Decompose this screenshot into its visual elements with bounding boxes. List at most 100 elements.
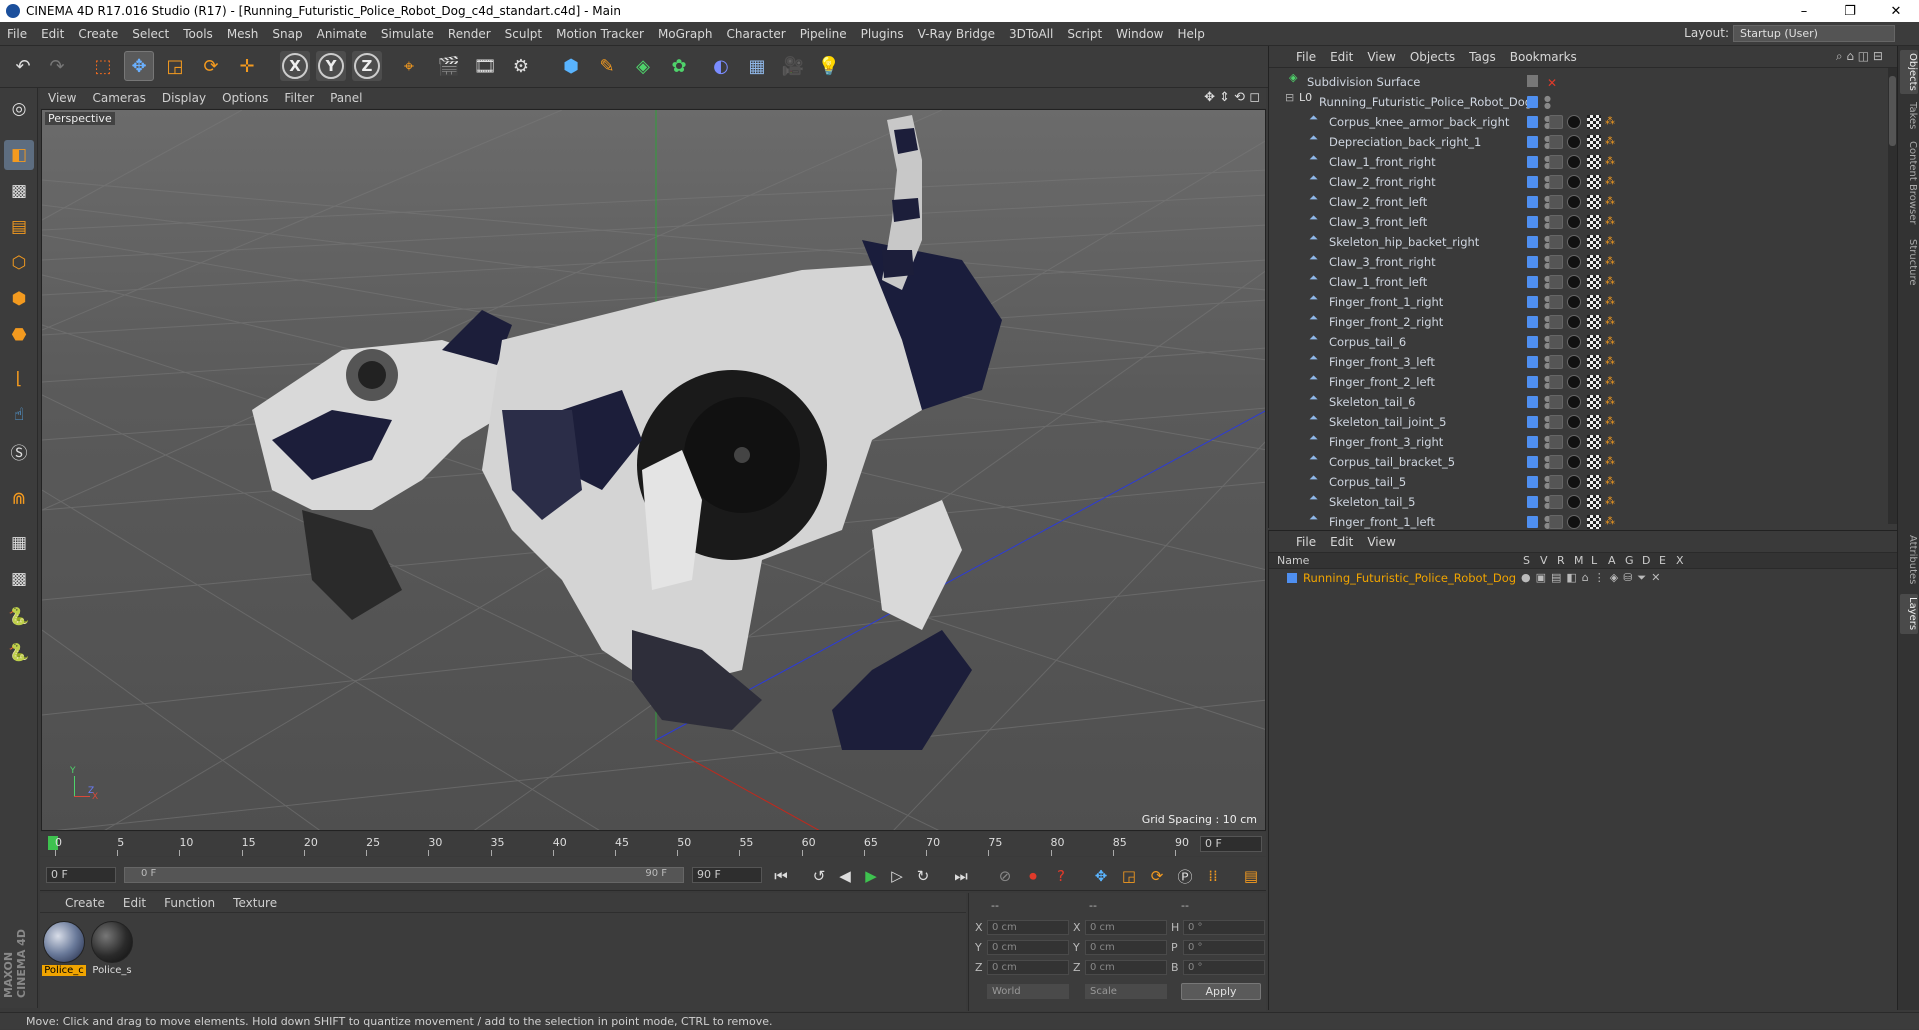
- tab-content-browser[interactable]: Content Browser: [1900, 138, 1918, 228]
- position-z-field[interactable]: 0 cm: [987, 960, 1069, 975]
- object-row[interactable]: ⏶ Skeleton_tail_5 ● ● ⁂: [1269, 492, 1881, 512]
- phong-tag-icon[interactable]: [1549, 415, 1563, 429]
- render-to-picture-viewer-icon[interactable]: 🎞: [470, 51, 500, 81]
- texture-tag-icon[interactable]: [1587, 495, 1601, 509]
- object-row[interactable]: ⏶ Claw_3_front_left ● ● ⁂: [1269, 212, 1881, 232]
- material-tag-icon[interactable]: [1567, 295, 1581, 309]
- viewport-menu-view[interactable]: View: [40, 91, 84, 105]
- uvw-tag-icon[interactable]: ⁂: [1605, 357, 1616, 368]
- texture-tag-icon[interactable]: [1587, 435, 1601, 449]
- timeline-window-icon[interactable]: ▤: [1240, 865, 1262, 887]
- python-icon[interactable]: 🐍: [4, 602, 34, 632]
- material-tag-icon[interactable]: [1567, 215, 1581, 229]
- menu-script[interactable]: Script: [1060, 27, 1109, 41]
- om-menu-edit[interactable]: Edit: [1323, 50, 1360, 64]
- tab-layers[interactable]: Layers: [1900, 594, 1918, 634]
- layer-color-swatch[interactable]: [1527, 396, 1538, 408]
- uvw-tag-icon[interactable]: ⁂: [1605, 177, 1616, 188]
- phong-tag-icon[interactable]: [1549, 395, 1563, 409]
- texture-tag-icon[interactable]: [1587, 395, 1601, 409]
- om-menu-tags[interactable]: Tags: [1462, 50, 1503, 64]
- model-mode-icon[interactable]: ◧: [4, 140, 34, 170]
- menu-vray-bridge[interactable]: V-Ray Bridge: [911, 27, 1002, 41]
- visibility-dots-icon[interactable]: ● ●: [1544, 135, 1551, 150]
- start-frame-field[interactable]: 0 F: [46, 867, 116, 883]
- texture-tag-icon[interactable]: [1587, 375, 1601, 389]
- visibility-dots-icon[interactable]: ● ●: [1544, 455, 1551, 470]
- material-tag-icon[interactable]: [1567, 475, 1581, 489]
- layer-color-swatch[interactable]: [1527, 516, 1538, 528]
- layer-color-swatch[interactable]: [1527, 356, 1538, 368]
- close-button[interactable]: ✕: [1873, 0, 1919, 22]
- key-position-icon[interactable]: ✥: [1090, 865, 1112, 887]
- om-search-home-icons[interactable]: ⌕ ⌂ ◫ ⊟: [1836, 49, 1883, 64]
- material-tag-icon[interactable]: [1567, 375, 1581, 389]
- visibility-dots-icon[interactable]: ● ●: [1544, 95, 1551, 110]
- uvw-tag-icon[interactable]: ⁂: [1605, 397, 1616, 408]
- object-row[interactable]: ⏶ Skeleton_hip_backet_right ● ● ⁂: [1269, 232, 1881, 252]
- layer-color-swatch[interactable]: [1527, 376, 1538, 388]
- size-x-field[interactable]: 0 cm: [1085, 920, 1167, 935]
- viewport-menu-options[interactable]: Options: [214, 91, 276, 105]
- texture-tag-icon[interactable]: [1587, 215, 1601, 229]
- layer-color-swatch[interactable]: [1527, 496, 1538, 508]
- uvw-tag-icon[interactable]: ⁂: [1605, 377, 1616, 388]
- phong-tag-icon[interactable]: [1549, 175, 1563, 189]
- tab-takes[interactable]: Takes: [1900, 100, 1918, 132]
- layer-color-swatch[interactable]: [1527, 476, 1538, 488]
- make-editable-icon[interactable]: ◎: [4, 94, 34, 124]
- layer-color-swatch[interactable]: [1527, 196, 1538, 208]
- material-menu-create[interactable]: Create: [56, 896, 114, 910]
- object-row[interactable]: ⏶ Finger_front_2_right ● ● ⁂: [1269, 312, 1881, 332]
- om-menu-view[interactable]: View: [1360, 50, 1402, 64]
- end-frame-field[interactable]: 90 F: [692, 867, 762, 883]
- transform-tool-icon[interactable]: ✛: [232, 51, 262, 81]
- texture-tag-icon[interactable]: [1587, 295, 1601, 309]
- uvw-tag-icon[interactable]: ⁂: [1605, 317, 1616, 328]
- 3d-viewport[interactable]: Perspective Grid Spacing : 10 cm Y Z X: [41, 109, 1266, 831]
- object-row[interactable]: ⏶ Finger_front_3_left ● ● ⁂: [1269, 352, 1881, 372]
- phong-tag-icon[interactable]: [1549, 135, 1563, 149]
- texture-mode-icon[interactable]: ▩: [4, 176, 34, 206]
- material-tag-icon[interactable]: [1567, 275, 1581, 289]
- phong-tag-icon[interactable]: [1549, 515, 1563, 529]
- visibility-dots-icon[interactable]: ● ●: [1544, 475, 1551, 490]
- lm-menu-edit[interactable]: Edit: [1323, 535, 1360, 549]
- layer-toggle-icons[interactable]: ●▣▤◧⌂⋮◈⛁⏷✕: [1521, 569, 1665, 587]
- uvw-tag-icon[interactable]: ⁂: [1605, 237, 1616, 248]
- texture-tag-icon[interactable]: [1587, 115, 1601, 129]
- current-frame-field[interactable]: 0 F: [1200, 836, 1262, 852]
- material-tag-icon[interactable]: [1567, 335, 1581, 349]
- material-tag-icon[interactable]: [1567, 435, 1581, 449]
- go-to-start-icon[interactable]: ⏮: [770, 865, 792, 887]
- material-tag-icon[interactable]: [1567, 415, 1581, 429]
- live-selection-icon[interactable]: ⬚: [88, 51, 118, 81]
- layer-row[interactable]: Running_Futuristic_Police_Robot_Dog ●▣▤◧…: [1269, 569, 1898, 587]
- autokey-icon[interactable]: ?: [1050, 865, 1072, 887]
- visibility-dots-icon[interactable]: ● ●: [1544, 215, 1551, 230]
- viewport-menu-panel[interactable]: Panel: [322, 91, 370, 105]
- phong-tag-icon[interactable]: [1549, 155, 1563, 169]
- visibility-dots-icon[interactable]: ● ●: [1544, 395, 1551, 410]
- phong-tag-icon[interactable]: [1549, 275, 1563, 289]
- uvw-tag-icon[interactable]: ⁂: [1605, 417, 1616, 428]
- layer-color-swatch[interactable]: [1527, 236, 1538, 248]
- phong-tag-icon[interactable]: [1549, 215, 1563, 229]
- visibility-dots-icon[interactable]: ● ●: [1544, 115, 1551, 130]
- menu-file[interactable]: File: [0, 27, 34, 41]
- menu-animate[interactable]: Animate: [310, 27, 374, 41]
- phong-tag-icon[interactable]: [1549, 455, 1563, 469]
- object-row[interactable]: ⏶ Corpus_knee_armor_back_right ● ● ⁂: [1269, 112, 1881, 132]
- texture-tag-icon[interactable]: [1587, 335, 1601, 349]
- texture-tag-icon[interactable]: [1587, 315, 1601, 329]
- scale-tool-icon[interactable]: ◲: [160, 51, 190, 81]
- timeline-ruler[interactable]: 0 5 10 15 20 25 30 35 40 45 50 55 60 65 70 75 80 85 90 0 F: [40, 832, 1266, 856]
- layer-swatch[interactable]: [1527, 75, 1538, 87]
- layer-color-swatch[interactable]: [1527, 436, 1538, 448]
- layer-color-swatch[interactable]: [1527, 416, 1538, 428]
- uvw-tag-icon[interactable]: ⁂: [1605, 157, 1616, 168]
- object-row[interactable]: ⏶ Skeleton_tail_6 ● ● ⁂: [1269, 392, 1881, 412]
- menu-motion-tracker[interactable]: Motion Tracker: [549, 27, 651, 41]
- camera-icon[interactable]: 🎥: [778, 51, 808, 81]
- texture-tag-icon[interactable]: [1587, 155, 1601, 169]
